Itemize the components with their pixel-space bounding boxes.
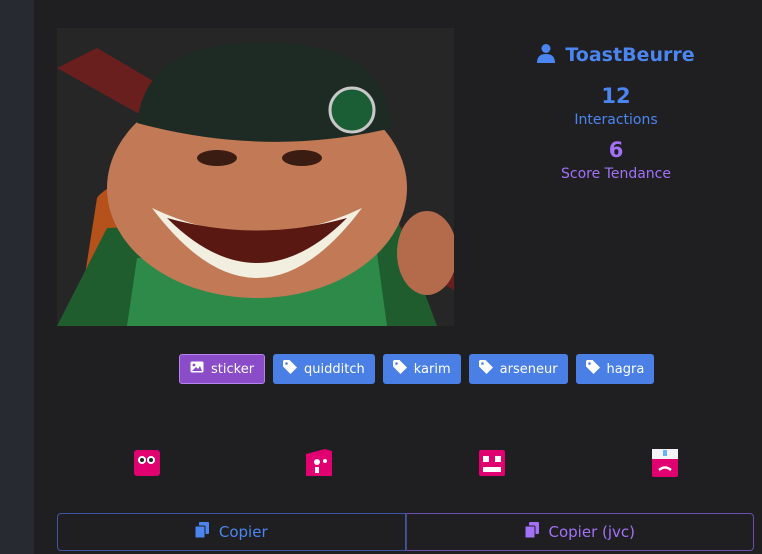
interactions-count: 12 bbox=[601, 84, 631, 108]
tag-list: sticker quidditch karim arseneur hagra bbox=[179, 354, 655, 384]
tag-label: hagra bbox=[606, 361, 645, 377]
copy-jvc-button[interactable]: Copier (jvc) bbox=[405, 513, 754, 551]
username-row[interactable]: ToastBeurre bbox=[520, 38, 712, 72]
reaction-bar bbox=[0, 448, 762, 480]
reaction-icon-3[interactable] bbox=[478, 448, 506, 478]
tag-icon bbox=[392, 360, 407, 378]
copy-jvc-label: Copier (jvc) bbox=[548, 523, 636, 541]
copy-label: Copier bbox=[218, 523, 268, 541]
reaction-icon-1[interactable] bbox=[133, 448, 161, 478]
copy-button[interactable]: Copier bbox=[57, 513, 406, 551]
trend-score: 6 bbox=[608, 138, 624, 162]
copy-icon bbox=[524, 522, 539, 542]
tag-icon bbox=[283, 360, 298, 378]
tag-label: quidditch bbox=[304, 361, 365, 377]
tag-icon bbox=[478, 360, 493, 378]
tag-label: karim bbox=[413, 361, 451, 377]
trend-score-label: Score Tendance bbox=[561, 166, 671, 182]
sticker-image[interactable] bbox=[57, 28, 454, 326]
tag-karim[interactable]: karim bbox=[382, 354, 461, 384]
reaction-icon-2[interactable] bbox=[305, 448, 333, 478]
tag-hagra[interactable]: hagra bbox=[575, 354, 655, 384]
username[interactable]: ToastBeurre bbox=[565, 44, 694, 66]
user-icon bbox=[537, 43, 556, 67]
tag-label: sticker bbox=[211, 361, 255, 377]
user-panel: ToastBeurre 12 Interactions 6 Score Tend… bbox=[520, 38, 712, 182]
sticker-illustration bbox=[57, 28, 454, 326]
image-icon bbox=[190, 360, 204, 378]
tag-label: arseneur bbox=[499, 361, 558, 377]
tag-arseneur[interactable]: arseneur bbox=[468, 354, 568, 384]
copy-icon bbox=[194, 522, 209, 542]
reaction-icon-4[interactable] bbox=[651, 448, 679, 478]
tag-icon bbox=[585, 360, 600, 378]
tag-quidditch[interactable]: quidditch bbox=[273, 354, 375, 384]
tag-sticker[interactable]: sticker bbox=[179, 354, 266, 384]
copy-bar: Copier Copier (jvc) bbox=[57, 513, 754, 551]
interactions-label: Interactions bbox=[574, 112, 658, 128]
